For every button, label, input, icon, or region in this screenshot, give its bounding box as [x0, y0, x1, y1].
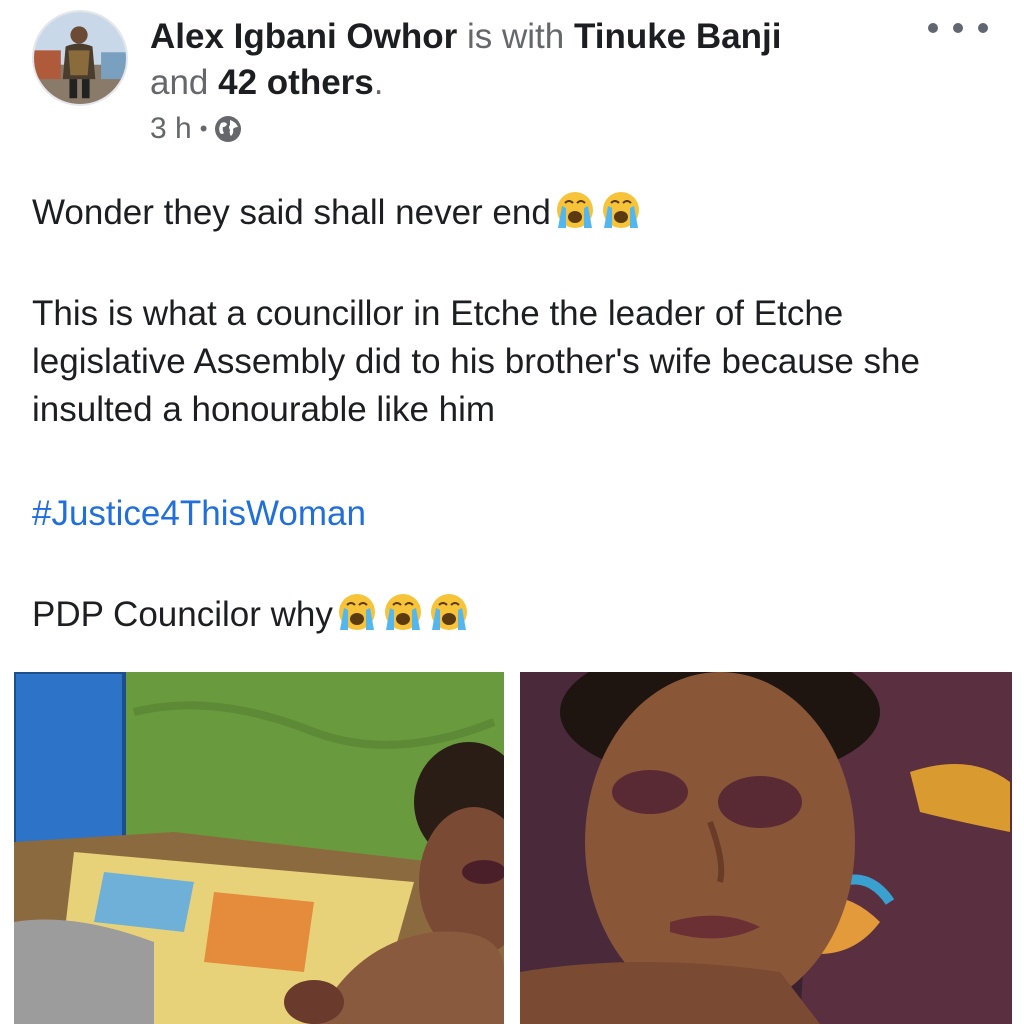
post-time[interactable]: 3 h [150, 112, 192, 146]
more-dot [978, 23, 988, 33]
photo-image [14, 672, 504, 1024]
post-photo-2[interactable] [520, 672, 1012, 1024]
post-meta: 3 h • [150, 110, 243, 148]
post-header: Alex Igbani Owhor is with Tinuke Banji a… [150, 14, 910, 106]
emoji-group [333, 590, 471, 634]
post-photo-1[interactable] [14, 672, 504, 1024]
paragraph-3-text: PDP Councilor why [32, 595, 333, 634]
with-text: is with [467, 17, 565, 56]
post-hashtag-paragraph: #Justice4ThisWoman [32, 490, 992, 538]
hashtag-link[interactable]: #Justice4ThisWoman [32, 494, 366, 533]
post-paragraph-1: Wonder they said shall never end [32, 188, 992, 237]
paragraph-1-text: Wonder they said shall never end [32, 193, 551, 232]
crying-face-emoji-icon [556, 192, 593, 228]
and-text: and [150, 63, 209, 102]
crying-face-emoji-icon [602, 192, 639, 228]
emoji-group [551, 188, 643, 232]
post-paragraph-2: This is what a councillor in Etche the l… [32, 294, 920, 429]
globe-icon[interactable] [213, 114, 243, 144]
crying-face-emoji-icon [338, 594, 375, 630]
tagged-person[interactable]: Tinuke Banji [574, 17, 781, 56]
others-link[interactable]: 42 others [218, 63, 374, 102]
separator-dot: • [199, 116, 208, 141]
author-avatar[interactable] [32, 10, 128, 106]
crying-face-emoji-icon [430, 594, 467, 630]
more-dot [928, 23, 938, 33]
post-paragraph-3: PDP Councilor why [32, 590, 992, 639]
avatar-image [34, 12, 126, 104]
more-dot [953, 23, 963, 33]
more-options-button[interactable] [928, 8, 988, 48]
photo-image [520, 672, 1012, 1024]
crying-face-emoji-icon [384, 594, 421, 630]
facebook-post: Alex Igbani Owhor is with Tinuke Banji a… [0, 0, 1024, 1024]
period: . [373, 63, 384, 102]
author-name[interactable]: Alex Igbani Owhor [150, 17, 457, 56]
